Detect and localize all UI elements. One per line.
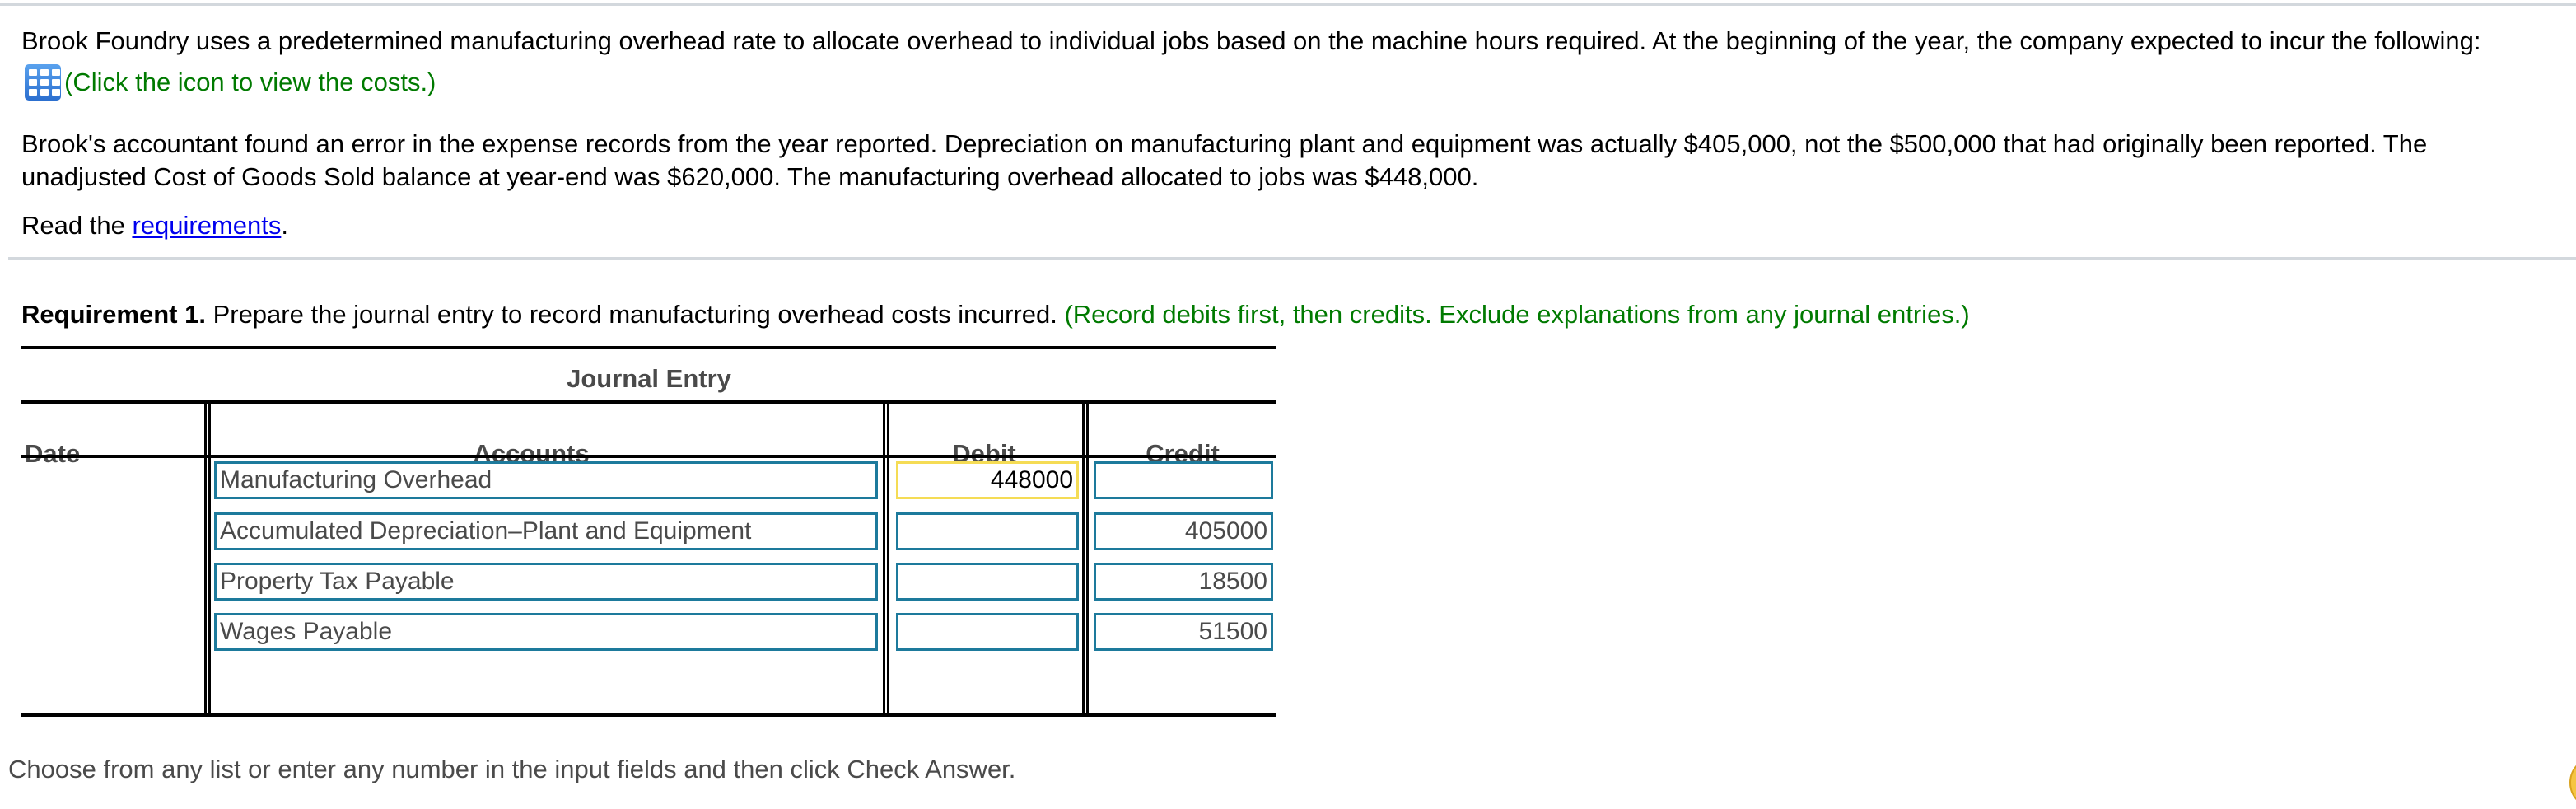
credit-input[interactable] <box>1094 461 1273 499</box>
requirement-text: Prepare the journal entry to record manu… <box>205 300 1065 329</box>
view-costs-row[interactable]: (Click the icon to view the costs.) <box>25 64 436 101</box>
credit-input[interactable]: 405000 <box>1094 512 1273 550</box>
journal-entry-title: Journal Entry <box>567 364 731 393</box>
header-date: Date <box>25 439 81 468</box>
account-select[interactable]: Manufacturing Overhead <box>214 461 878 499</box>
top-divider <box>0 3 2576 6</box>
account-select[interactable]: Property Tax Payable <box>214 563 878 601</box>
read-suffix: . <box>281 211 288 240</box>
requirement-label: Requirement 1. <box>21 300 206 329</box>
debit-input[interactable] <box>896 563 1079 601</box>
column-separator <box>1082 400 1089 715</box>
section-divider <box>8 257 2576 260</box>
problem-details: Brook's accountant found an error in the… <box>21 129 2428 191</box>
account-select[interactable]: Accumulated Depreciation–Plant and Equip… <box>214 512 878 550</box>
read-prefix: Read the <box>21 211 133 240</box>
column-separator <box>204 400 211 715</box>
requirement-instruction: (Record debits first, then credits. Excl… <box>1064 300 1970 329</box>
table-bottom-rule <box>21 713 1276 717</box>
table-top-rule <box>21 346 1276 349</box>
debit-input[interactable] <box>896 512 1079 550</box>
debit-input[interactable]: 448000 <box>896 461 1079 499</box>
column-separator <box>883 400 889 715</box>
table-grid-icon[interactable] <box>25 64 61 101</box>
view-costs-link[interactable]: (Click the icon to view the costs.) <box>64 68 436 97</box>
requirements-link[interactable]: requirements <box>132 211 281 240</box>
credit-input[interactable]: 51500 <box>1094 613 1273 651</box>
credit-input[interactable]: 18500 <box>1094 563 1273 601</box>
footer-hint: Choose from any list or enter any number… <box>8 755 1016 783</box>
requirement-prompt: Requirement 1. Prepare the journal entry… <box>21 298 1970 331</box>
account-select[interactable]: Wages Payable <box>214 613 878 651</box>
problem-intro: Brook Foundry uses a predetermined manuf… <box>21 26 2481 55</box>
help-badge-icon[interactable] <box>2569 756 2576 809</box>
read-requirements: Read the requirements. <box>21 209 288 242</box>
debit-input[interactable] <box>896 613 1079 651</box>
